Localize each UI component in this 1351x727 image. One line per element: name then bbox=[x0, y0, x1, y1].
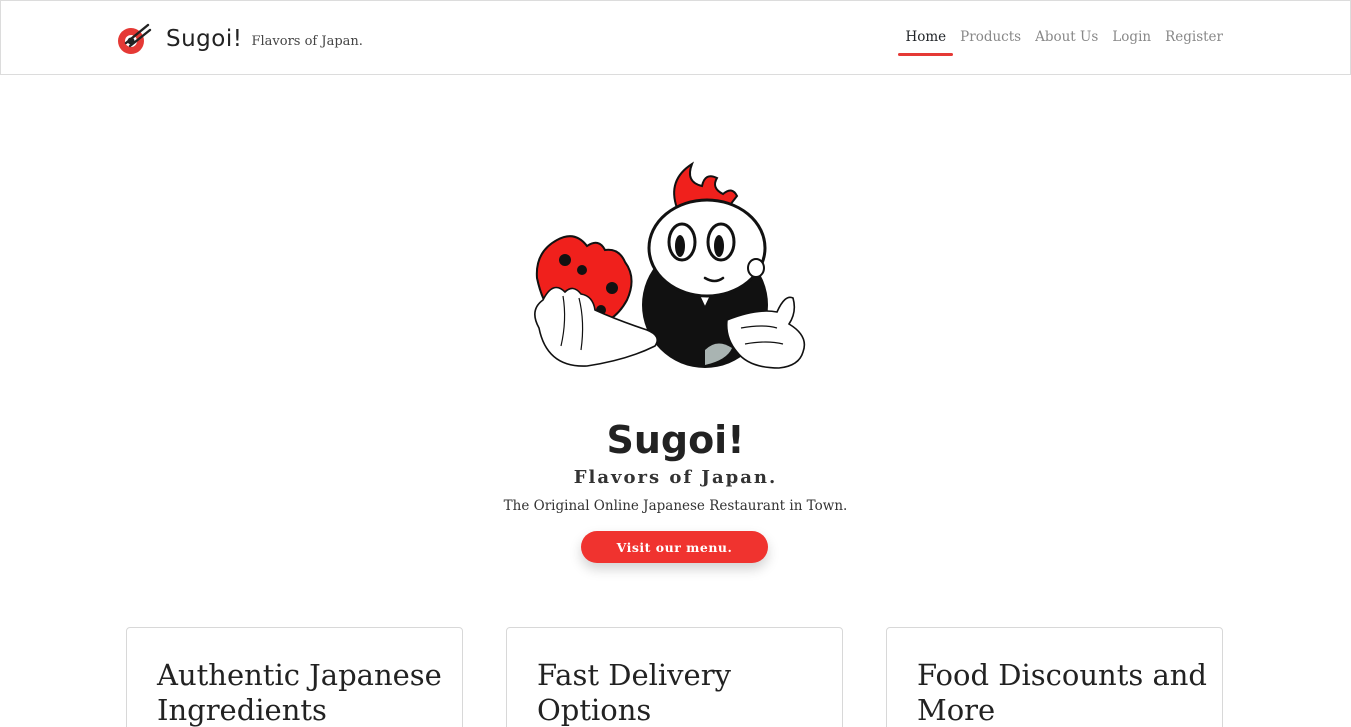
mascot-illustration bbox=[534, 161, 806, 369]
feature-card: Authentic Japanese Ingredients bbox=[126, 627, 463, 727]
brand[interactable]: Sugoi! Flavors of Japan. bbox=[116, 21, 363, 57]
main-nav: Home Products About Us Login Register bbox=[898, 1, 1230, 76]
nav-about-link[interactable]: About Us bbox=[1028, 1, 1105, 76]
bowl-chopsticks-logo-icon bbox=[118, 23, 152, 54]
feature-card: Fast Delivery Options bbox=[506, 627, 843, 727]
nav-products-link[interactable]: Products bbox=[953, 1, 1028, 76]
navbar: Sugoi! Flavors of Japan. Home Products A… bbox=[0, 0, 1351, 75]
hero-title: Sugoi! bbox=[606, 418, 745, 462]
hero-subtitle: Flavors of Japan. bbox=[573, 467, 778, 488]
brand-name: Sugoi! bbox=[166, 26, 243, 52]
nav-home-link[interactable]: Home bbox=[898, 1, 953, 76]
feature-card-title: Authentic Japanese Ingredients bbox=[157, 658, 442, 727]
nav-login-link[interactable]: Login bbox=[1105, 1, 1158, 76]
visit-menu-button[interactable]: Visit our menu. bbox=[581, 531, 768, 563]
feature-card-title: Fast Delivery Options bbox=[537, 658, 731, 727]
brand-tagline: Flavors of Japan. bbox=[251, 33, 363, 49]
hero-description: The Original Online Japanese Restaurant … bbox=[503, 498, 848, 514]
feature-card: Food Discounts and More bbox=[886, 627, 1223, 727]
nav-register-link[interactable]: Register bbox=[1158, 1, 1230, 76]
feature-card-title: Food Discounts and More bbox=[917, 658, 1207, 727]
